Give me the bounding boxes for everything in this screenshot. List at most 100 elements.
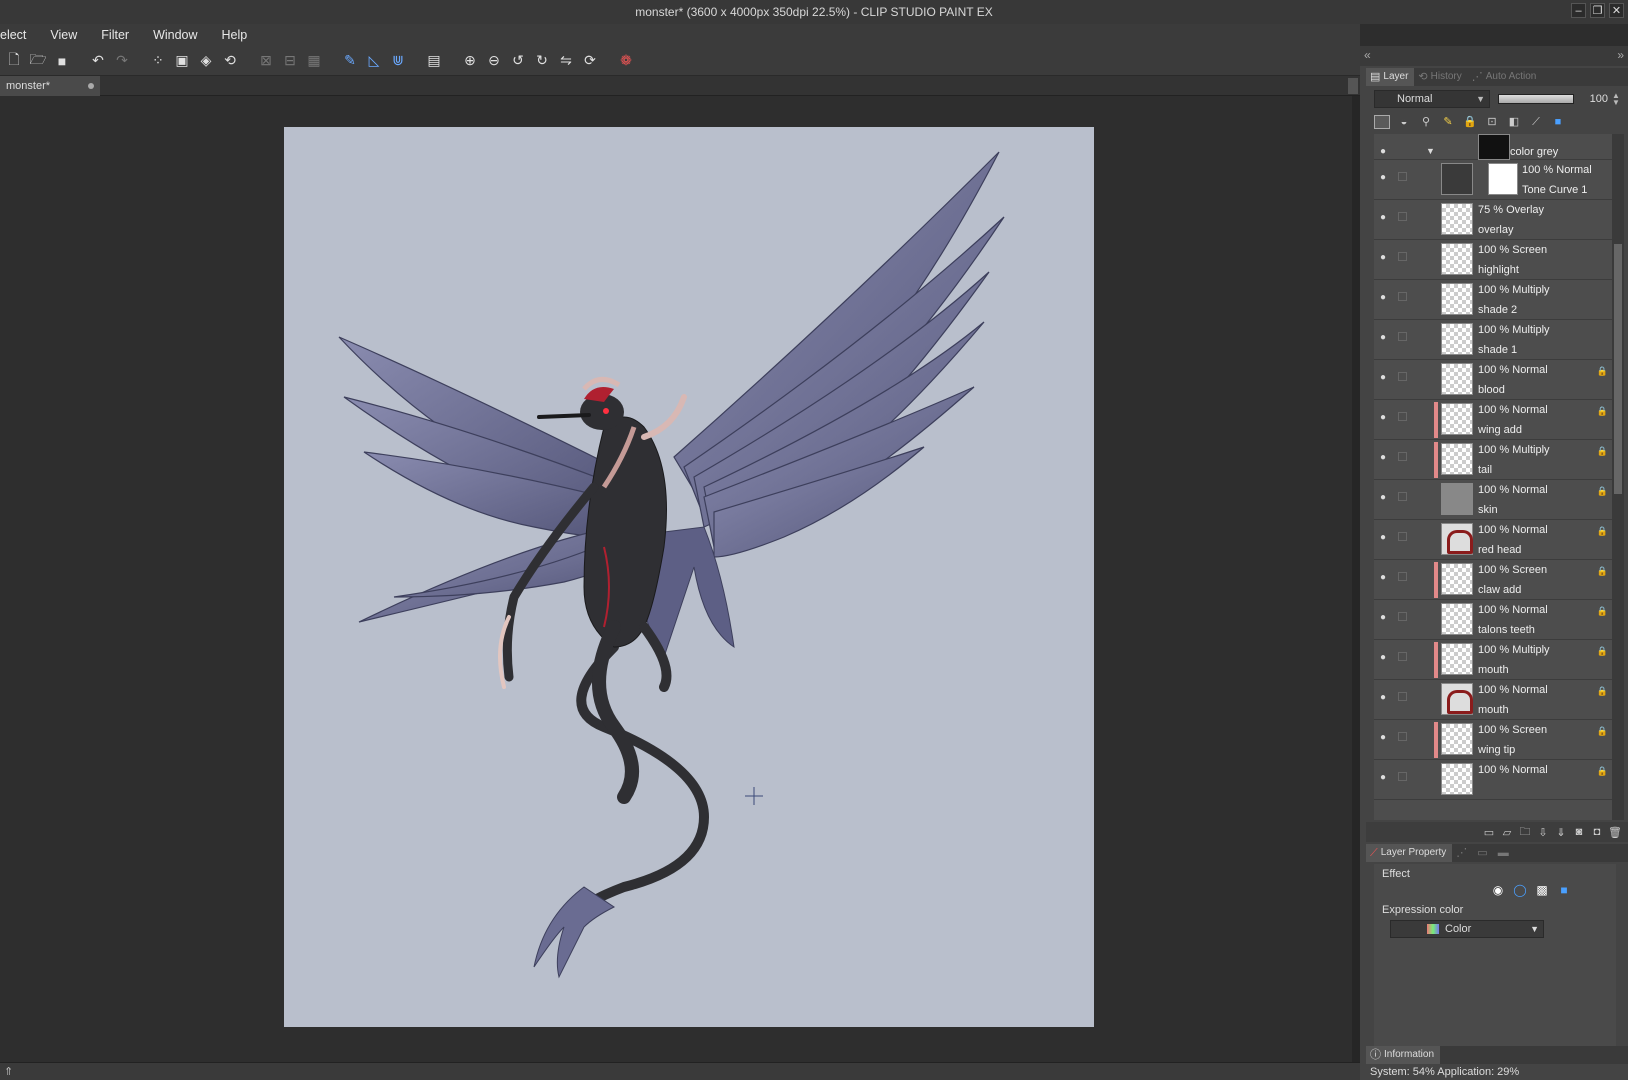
ruler-snap-icon[interactable]: ◺ <box>364 51 384 71</box>
layer-row[interactable]: ● 100 % Normal 🔒 <box>1374 760 1612 800</box>
mask-icon[interactable]: ◧ <box>1506 114 1522 130</box>
menu-filter[interactable]: Filter <box>87 28 139 42</box>
collapse-right-icon[interactable]: » <box>1617 48 1624 62</box>
visibility-eye-icon[interactable]: ● <box>1380 412 1392 423</box>
visibility-eye-icon[interactable]: ● <box>1380 146 1392 157</box>
lock-icon[interactable]: 🔒 <box>1597 566 1608 577</box>
visibility-eye-icon[interactable]: ● <box>1380 172 1392 183</box>
layer-checkbox[interactable] <box>1398 772 1407 781</box>
layer-row[interactable]: ● 100 % Normal red head 🔒 <box>1374 520 1612 560</box>
tone-effect-icon[interactable]: ▩ <box>1534 882 1550 898</box>
layer-tone-curve[interactable]: ● 100 % Normal Tone Curve 1 <box>1374 160 1612 200</box>
rotate-right-icon[interactable]: ↻ <box>532 51 552 71</box>
layer-row[interactable]: ● 100 % Normal wing add 🔒 <box>1374 400 1612 440</box>
lock-transparency-icon[interactable]: ⊡ <box>1484 114 1500 130</box>
layer-row[interactable]: ● 100 % Multiply tail 🔒 <box>1374 440 1612 480</box>
layer-checkbox[interactable] <box>1398 492 1407 501</box>
lock-icon[interactable]: 🔒 <box>1597 606 1608 617</box>
transform-icon[interactable]: ⁘ <box>148 51 168 71</box>
transfer-down-icon[interactable]: ⇩ <box>1536 826 1550 839</box>
document-tab[interactable]: monster* <box>0 76 100 96</box>
layer-row[interactable]: ● 100 % Normal mouth 🔒 <box>1374 680 1612 720</box>
tab-history[interactable]: ⟲ History <box>1414 68 1467 86</box>
opacity-slider[interactable] <box>1498 94 1574 104</box>
opacity-value[interactable]: 100 <box>1578 90 1608 108</box>
minimize-icon[interactable]: – <box>1571 3 1586 18</box>
tab-navigator[interactable]: ▭ <box>1473 844 1493 862</box>
visibility-eye-icon[interactable]: ● <box>1380 732 1392 743</box>
layer-row[interactable]: ● 100 % Screen wing tip 🔒 <box>1374 720 1612 760</box>
layer-color-effect-icon[interactable]: ■ <box>1556 882 1572 898</box>
layer-checkbox[interactable] <box>1398 732 1407 741</box>
lock-icon[interactable]: 🔒 <box>1462 114 1478 130</box>
clip-icon[interactable]: ◒ <box>1396 114 1412 130</box>
lock-icon[interactable]: 🔒 <box>1597 526 1608 537</box>
tab-layer[interactable]: ▤ Layer <box>1366 68 1415 86</box>
tab-sub-view[interactable]: ▬ <box>1494 844 1515 862</box>
redo-icon[interactable]: ↷ <box>112 51 132 71</box>
opacity-spinner[interactable]: ▲ ▼ <box>1612 92 1620 107</box>
ruler-icon[interactable]: ⊟ <box>280 51 300 71</box>
canvas-vertical-scrollbar[interactable] <box>1352 96 1360 1062</box>
layer-checkbox[interactable] <box>1398 572 1407 581</box>
ruler-layer-icon[interactable]: ⟋ <box>1528 114 1544 130</box>
layer-row[interactable]: ● 100 % Screen highlight <box>1374 240 1612 280</box>
layer-checkbox[interactable] <box>1398 372 1407 381</box>
folder-expand-icon[interactable]: ▼ <box>1426 146 1435 156</box>
layer-row[interactable]: ● 100 % Multiply shade 2 <box>1374 280 1612 320</box>
lock-icon[interactable]: 🔒 <box>1597 726 1608 737</box>
merge-icon[interactable]: ⇓ <box>1554 826 1568 839</box>
visibility-eye-icon[interactable]: ● <box>1380 612 1392 623</box>
border-effect-icon[interactable]: ◉ <box>1490 882 1506 898</box>
layer-row[interactable]: ● 100 % Normal blood 🔒 <box>1374 360 1612 400</box>
tab-auto-action[interactable]: ⋰ Auto Action <box>1468 68 1543 86</box>
menu-help[interactable]: Help <box>208 28 258 42</box>
color-wheel-icon[interactable]: ❁ <box>616 51 636 71</box>
collapse-left-icon[interactable]: « <box>1364 48 1371 62</box>
close-icon[interactable]: ✕ <box>1609 3 1624 18</box>
lock-icon[interactable]: 🔒 <box>1597 766 1608 777</box>
snap-icon[interactable]: ⋓ <box>388 51 408 71</box>
tab-layer-property[interactable]: ⟋ Layer Property <box>1366 844 1453 862</box>
tab-search-layer[interactable]: ⋰ <box>1452 844 1473 862</box>
display-menu-icon[interactable]: ▤ <box>424 51 444 71</box>
layer-folder-color-grey[interactable]: ● ▼ color grey <box>1374 134 1612 160</box>
visibility-eye-icon[interactable]: ● <box>1380 452 1392 463</box>
rotate-left-icon[interactable]: ↺ <box>508 51 528 71</box>
new-vector-layer-icon[interactable]: ▱ <box>1500 826 1514 839</box>
lock-icon[interactable]: 🔒 <box>1597 366 1608 377</box>
visibility-eye-icon[interactable]: ● <box>1380 372 1392 383</box>
layer-checkbox[interactable] <box>1398 292 1407 301</box>
extract-line-icon[interactable]: ◯ <box>1512 882 1528 898</box>
layer-checkbox[interactable] <box>1398 332 1407 341</box>
visibility-eye-icon[interactable]: ● <box>1380 692 1392 703</box>
layer-checkbox[interactable] <box>1398 252 1407 261</box>
draft-icon[interactable]: ✎ <box>1440 114 1456 130</box>
layer-list-scrollbar[interactable] <box>1612 134 1624 820</box>
visibility-eye-icon[interactable]: ● <box>1380 252 1392 263</box>
trash-icon[interactable]: 🗑 <box>1608 826 1622 839</box>
menu-select[interactable]: elect <box>0 28 36 42</box>
visibility-eye-icon[interactable]: ● <box>1380 772 1392 783</box>
create-mask-icon[interactable]: ◙ <box>1572 826 1586 838</box>
layer-color-icon[interactable]: ■ <box>1550 114 1566 130</box>
reference-icon[interactable]: ⚲ <box>1418 114 1434 130</box>
expression-color-select[interactable]: Color ▼ <box>1390 920 1544 938</box>
visibility-eye-icon[interactable]: ● <box>1380 572 1392 583</box>
save-icon[interactable]: ■ <box>52 51 72 71</box>
expand-icon[interactable]: ⇑ <box>4 1065 13 1078</box>
layer-checkbox[interactable] <box>1398 532 1407 541</box>
layer-checkbox[interactable] <box>1398 172 1407 181</box>
layer-checkbox[interactable] <box>1398 212 1407 221</box>
visibility-eye-icon[interactable]: ● <box>1380 332 1392 343</box>
visibility-eye-icon[interactable]: ● <box>1380 532 1392 543</box>
tab-scroll[interactable] <box>1348 78 1358 94</box>
maximize-icon[interactable]: ❐ <box>1590 3 1605 18</box>
blend-mode-select[interactable]: Normal ▼ <box>1374 90 1490 108</box>
pen-icon[interactable]: ✎ <box>340 51 360 71</box>
zoom-in-icon[interactable]: ⊕ <box>460 51 480 71</box>
visibility-eye-icon[interactable]: ● <box>1380 292 1392 303</box>
open-file-icon[interactable]: 🗁 <box>28 51 48 71</box>
perspective-icon[interactable]: ▦ <box>304 51 324 71</box>
zoom-out-icon[interactable]: ⊖ <box>484 51 504 71</box>
